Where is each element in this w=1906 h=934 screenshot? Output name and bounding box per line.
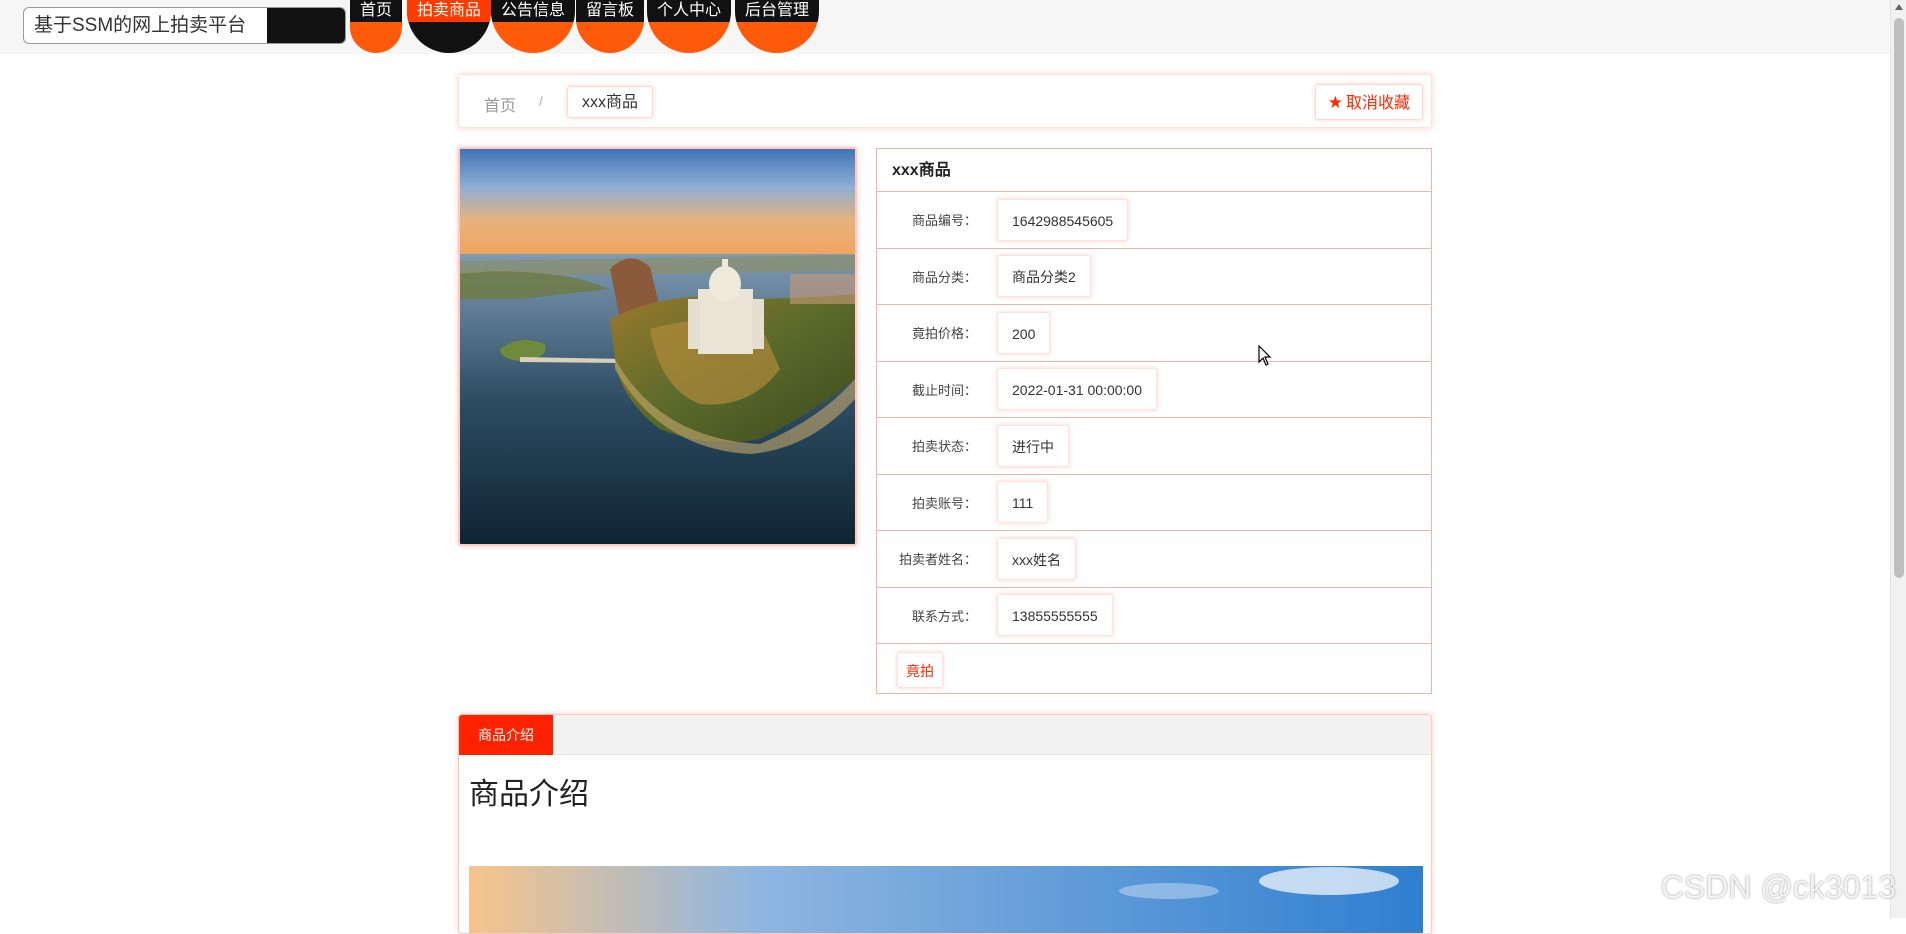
site-title-decoration [267, 8, 345, 43]
unfavorite-label: 取消收藏 [1346, 95, 1410, 112]
nav-item-label: 后台管理 [735, 0, 819, 22]
info-row-status: 拍卖状态： 进行中 [877, 418, 1431, 475]
nav-item-message-board[interactable]: 留言板 [576, 0, 644, 53]
breadcrumb-current: xxx商品 [567, 86, 653, 118]
tab-product-intro[interactable]: 商品介绍 [459, 715, 553, 755]
intro-image [469, 866, 1423, 934]
site-title-text: 基于SSM的网上拍卖平台 [24, 8, 267, 43]
field-label: 截止时间： [877, 362, 977, 418]
field-value: 商品分类2 [997, 255, 1091, 297]
field-label: 商品分类： [877, 249, 977, 305]
unfavorite-button[interactable]: ★取消收藏 [1315, 84, 1423, 120]
info-row-seller-name: 拍卖者姓名： xxx姓名 [877, 531, 1431, 588]
info-row-bid-price: 竟拍价格： 200 [877, 305, 1431, 362]
field-value: 1642988545605 [997, 199, 1128, 241]
scroll-up-arrow-icon[interactable] [1895, 4, 1903, 10]
field-value: 111 [997, 481, 1048, 523]
field-value: 13855555555 [997, 594, 1113, 636]
mouse-cursor-icon [1258, 345, 1274, 367]
intro-heading: 商品介绍 [469, 769, 589, 813]
info-row-account: 拍卖账号： 111 [877, 475, 1431, 532]
nav-item-auction-goods[interactable]: 拍卖商品 [407, 0, 491, 53]
page-scrollbar[interactable] [1890, 0, 1906, 918]
product-intro-section: 商品介绍 商品介绍 [458, 714, 1432, 934]
intro-tabbar: 商品介绍 [459, 715, 1431, 755]
nav-item-personal-center[interactable]: 个人中心 [647, 0, 731, 53]
breadcrumb: 首页 / xxx商品 ★取消收藏 [458, 74, 1432, 128]
bid-row: 竟拍 [877, 644, 1431, 694]
nav-item-label: 留言板 [576, 0, 644, 22]
field-label: 联系方式： [877, 588, 977, 644]
nav-item-label: 公告信息 [491, 0, 575, 22]
field-label: 竟拍价格： [877, 305, 977, 361]
info-row-contact: 联系方式： 13855555555 [877, 588, 1431, 645]
field-value: 200 [997, 312, 1050, 354]
product-info-panel: xxx商品 商品编号： 1642988545605 商品分类： 商品分类2 竟拍… [876, 148, 1432, 694]
info-row-deadline: 截止时间： 2022-01-31 00:00:00 [877, 362, 1431, 419]
field-label: 拍卖状态： [877, 418, 977, 474]
nav-item-home[interactable]: 首页 [350, 0, 402, 53]
breadcrumb-separator: / [539, 94, 543, 109]
product-image [458, 147, 857, 546]
nav-item-announcements[interactable]: 公告信息 [491, 0, 575, 53]
product-name: xxx商品 [877, 149, 1431, 192]
field-value: xxx姓名 [997, 538, 1076, 580]
info-row-product-id: 商品编号： 1642988545605 [877, 192, 1431, 249]
top-navbar: 基于SSM的网上拍卖平台 首页 拍卖商品 公告信息 留言板 个人中心 后台管理 [0, 0, 1890, 54]
breadcrumb-home-link[interactable]: 首页 [484, 92, 516, 116]
field-value: 进行中 [997, 425, 1069, 467]
field-label: 拍卖账号： [877, 475, 977, 531]
nav-item-label: 个人中心 [647, 0, 731, 22]
site-title[interactable]: 基于SSM的网上拍卖平台 [23, 7, 346, 44]
bid-button[interactable]: 竟拍 [897, 652, 943, 688]
info-row-category: 商品分类： 商品分类2 [877, 249, 1431, 306]
field-label: 拍卖者姓名： [877, 531, 977, 587]
nav-item-label: 首页 [350, 0, 402, 22]
watermark: CSDN @ck3013 [1661, 869, 1896, 906]
scrollbar-thumb[interactable] [1894, 18, 1904, 578]
field-label: 商品编号： [877, 192, 977, 248]
nav-item-admin[interactable]: 后台管理 [735, 0, 819, 53]
field-value: 2022-01-31 00:00:00 [997, 368, 1157, 410]
star-icon: ★ [1328, 93, 1343, 112]
nav-item-label: 拍卖商品 [407, 0, 491, 22]
